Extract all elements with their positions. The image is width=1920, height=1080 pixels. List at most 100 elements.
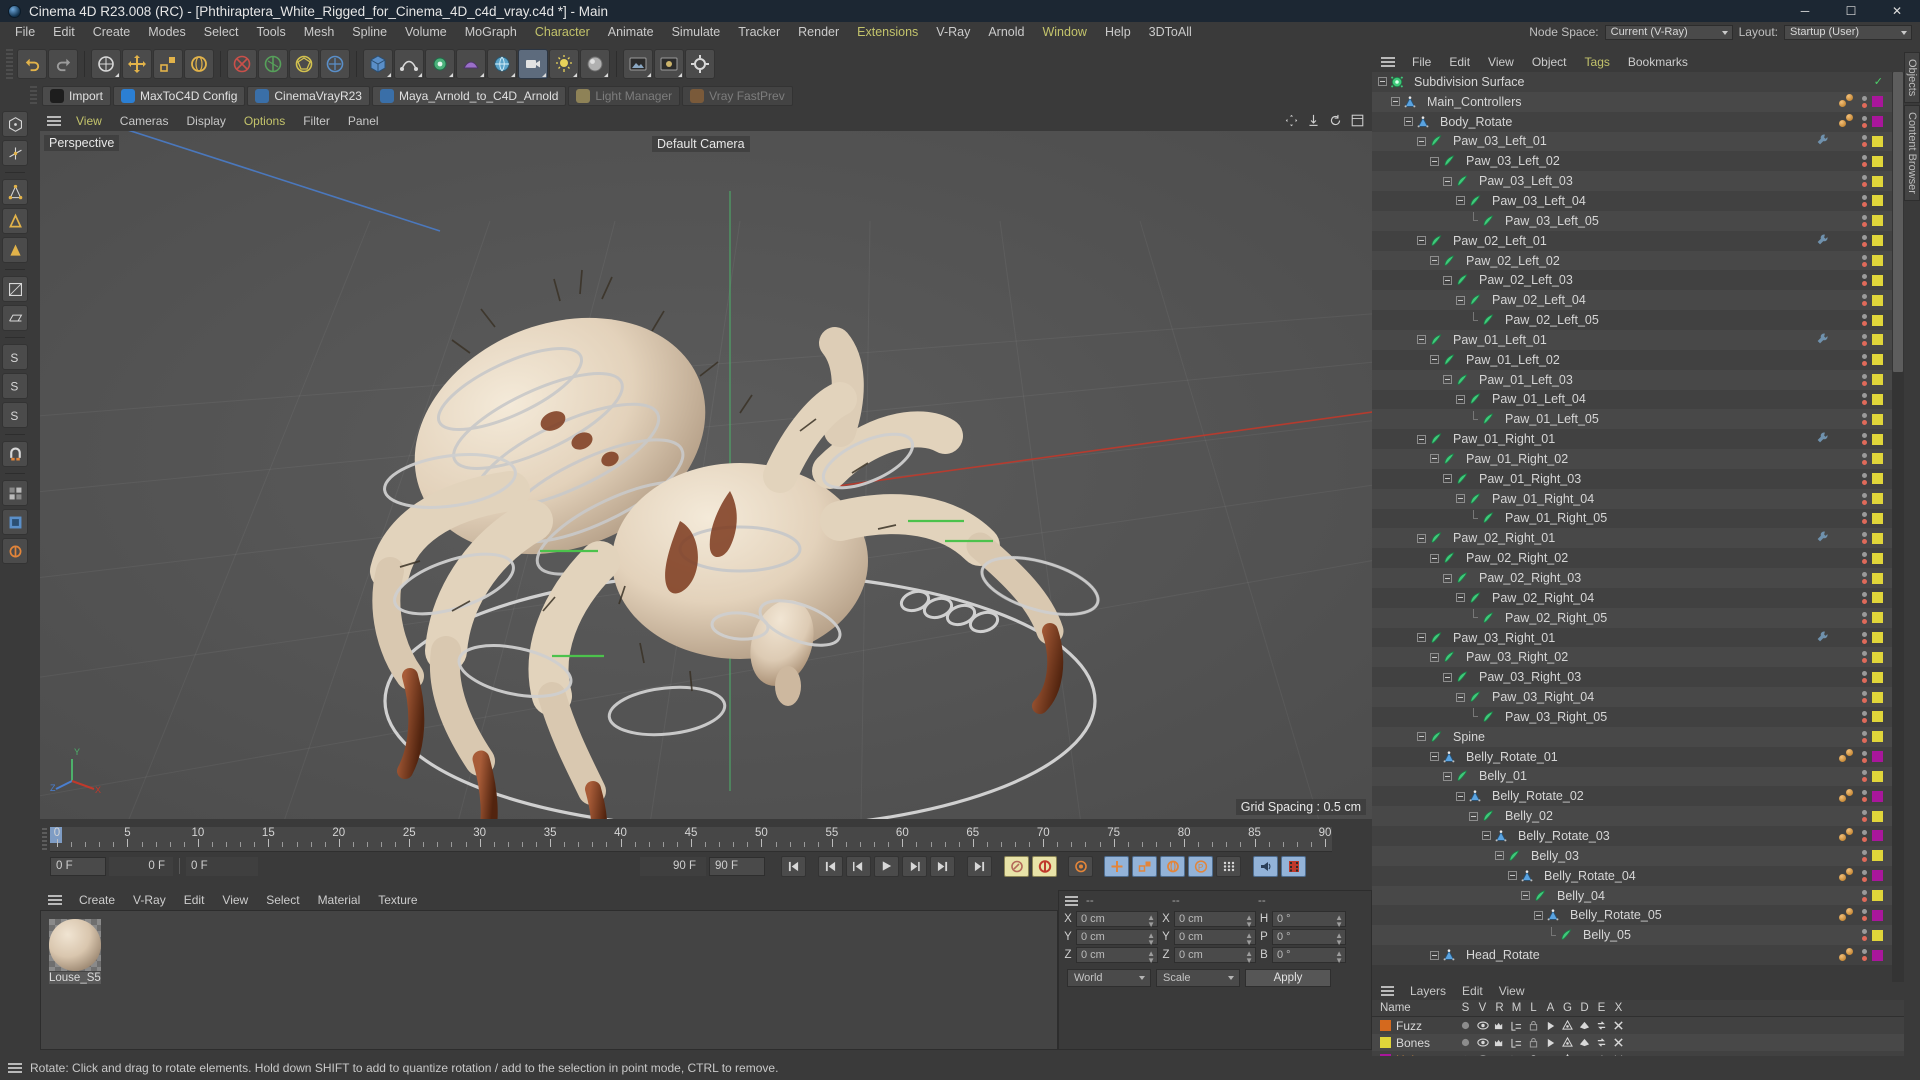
layer-generator-icon[interactable] bbox=[1559, 1020, 1576, 1031]
cube-primitive-button[interactable] bbox=[363, 48, 393, 79]
dock-tab-content-browser[interactable]: Content Browser bbox=[1904, 105, 1920, 202]
object-row[interactable]: Paw_01_Left_02 bbox=[1372, 349, 1892, 370]
tree-expand-icon[interactable] bbox=[1443, 474, 1452, 484]
layer-color-tag[interactable] bbox=[1872, 671, 1883, 683]
step-forward-button[interactable] bbox=[902, 855, 927, 877]
status-hamburger-icon[interactable] bbox=[8, 1062, 22, 1074]
object-row[interactable]: Spine bbox=[1372, 726, 1892, 747]
tree-expand-icon[interactable] bbox=[1391, 97, 1400, 107]
layer-deformer-icon[interactable] bbox=[1576, 1020, 1593, 1031]
viewport-hamburger-icon[interactable] bbox=[47, 116, 61, 127]
record-active-objects-button[interactable] bbox=[1004, 855, 1029, 877]
tree-leaf-connector-icon[interactable] bbox=[1469, 509, 1478, 523]
visibility-dots[interactable] bbox=[1860, 909, 1869, 922]
step-back-button[interactable] bbox=[846, 855, 871, 877]
null-tag-icons[interactable] bbox=[1837, 907, 1857, 923]
tree-expand-icon[interactable] bbox=[1443, 672, 1452, 682]
timeline-strip-button[interactable] bbox=[1281, 855, 1306, 877]
polygon-mode-side-button[interactable] bbox=[2, 237, 28, 263]
visibility-dots[interactable] bbox=[1860, 710, 1869, 723]
tree-expand-icon[interactable] bbox=[1430, 553, 1439, 563]
object-menu-file[interactable]: File bbox=[1403, 52, 1440, 72]
object-row[interactable]: Paw_03_Right_01 bbox=[1372, 627, 1892, 648]
object-row[interactable]: Paw_03_Left_03 bbox=[1372, 171, 1892, 192]
object-row[interactable]: Paw_02_Left_05 bbox=[1372, 310, 1892, 330]
toolbar-grip[interactable] bbox=[6, 48, 13, 79]
visibility-dots[interactable] bbox=[1860, 532, 1869, 545]
layer-lock-icon[interactable] bbox=[1525, 1037, 1542, 1048]
object-menu-view[interactable]: View bbox=[1479, 52, 1523, 72]
tree-expand-icon[interactable] bbox=[1456, 295, 1465, 305]
visibility-dots[interactable] bbox=[1860, 353, 1869, 366]
visibility-dots[interactable] bbox=[1860, 95, 1869, 108]
menu-select[interactable]: Select bbox=[195, 22, 248, 42]
layer-color-tag[interactable] bbox=[1872, 870, 1883, 882]
layer-color-tag[interactable] bbox=[1872, 929, 1883, 941]
tree-expand-icon[interactable] bbox=[1430, 950, 1439, 960]
layer-manager-icon[interactable] bbox=[1508, 1021, 1525, 1031]
tree-expand-icon[interactable] bbox=[1443, 176, 1452, 186]
end-frame-field[interactable]: 90 F bbox=[709, 856, 765, 876]
layer-color-tag[interactable] bbox=[1872, 532, 1883, 544]
object-row[interactable]: Paw_02_Left_04 bbox=[1372, 290, 1892, 311]
redo-button[interactable] bbox=[48, 48, 78, 79]
scale-key-button[interactable] bbox=[1132, 855, 1157, 877]
object-manager-hamburger-icon[interactable] bbox=[1381, 56, 1395, 68]
play-button[interactable] bbox=[874, 855, 899, 877]
viewport-menu-view[interactable]: View bbox=[67, 112, 111, 131]
visibility-dots[interactable] bbox=[1860, 135, 1869, 148]
null-tag-icons[interactable] bbox=[1837, 114, 1857, 129]
magnet-tool-button[interactable] bbox=[2, 441, 28, 467]
tree-expand-icon[interactable] bbox=[1534, 910, 1543, 920]
layer-color-tag[interactable] bbox=[1872, 413, 1883, 425]
material-button[interactable] bbox=[580, 48, 610, 79]
visibility-dots[interactable] bbox=[1860, 810, 1869, 823]
visibility-dots[interactable] bbox=[1860, 829, 1869, 842]
layer-manager-icon[interactable] bbox=[1508, 1038, 1525, 1048]
object-row[interactable]: Paw_01_Right_01 bbox=[1372, 429, 1892, 450]
coord-rotation-field[interactable]: 0 ° ▲ ▼ bbox=[1272, 911, 1346, 929]
tree-expand-icon[interactable] bbox=[1430, 752, 1439, 762]
visibility-dots[interactable] bbox=[1860, 433, 1869, 446]
null-tag-icons[interactable] bbox=[1837, 94, 1857, 109]
menu-character[interactable]: Character bbox=[526, 22, 599, 42]
workplane-button[interactable] bbox=[2, 305, 28, 331]
render-settings-button[interactable] bbox=[685, 48, 715, 79]
visible-check-icon[interactable]: ✓ bbox=[1874, 75, 1883, 88]
visibility-dots[interactable] bbox=[1860, 929, 1869, 942]
object-row[interactable]: Head_Rotate bbox=[1372, 945, 1892, 965]
tree-expand-icon[interactable] bbox=[1456, 494, 1465, 504]
tree-leaf-connector-icon[interactable] bbox=[1469, 609, 1478, 622]
layer-row[interactable]: Bones bbox=[1372, 1034, 1904, 1051]
point-mode-side-button[interactable] bbox=[2, 179, 28, 205]
layer-solo-dot-icon[interactable] bbox=[1457, 1038, 1474, 1047]
null-tag-icons[interactable] bbox=[1837, 788, 1857, 804]
tree-leaf-connector-icon[interactable] bbox=[1547, 926, 1556, 940]
object-row[interactable]: Paw_01_Left_03 bbox=[1372, 369, 1892, 390]
layer-color-tag[interactable] bbox=[1872, 691, 1883, 703]
coordinate-space-select[interactable]: World bbox=[1067, 969, 1151, 987]
visibility-dots[interactable] bbox=[1860, 651, 1869, 664]
layer-color-tag[interactable] bbox=[1872, 116, 1883, 128]
visibility-dots[interactable] bbox=[1860, 194, 1869, 207]
layer-color-tag[interactable] bbox=[1872, 552, 1883, 564]
layer-color-tag[interactable] bbox=[1872, 632, 1883, 644]
material-hamburger-icon[interactable] bbox=[48, 894, 62, 906]
tree-expand-icon[interactable] bbox=[1430, 156, 1439, 166]
material-menu-texture[interactable]: Texture bbox=[369, 890, 426, 910]
point-mode-button[interactable] bbox=[227, 48, 257, 79]
object-manager-scrollbar[interactable] bbox=[1892, 72, 1904, 982]
layer-color-tag[interactable] bbox=[1872, 433, 1883, 445]
object-row[interactable]: Main_Controllers bbox=[1372, 91, 1892, 112]
object-row[interactable]: Belly_Rotate_01 bbox=[1372, 746, 1892, 767]
layer-color-swatch[interactable] bbox=[1380, 1037, 1391, 1048]
layer-color-tag[interactable] bbox=[1872, 314, 1883, 326]
tree-expand-icon[interactable] bbox=[1456, 593, 1465, 603]
layer-generator-icon[interactable] bbox=[1559, 1037, 1576, 1048]
menu-spline[interactable]: Spline bbox=[343, 22, 396, 42]
object-row[interactable]: Paw_02_Right_05 bbox=[1372, 607, 1892, 628]
layer-expression-icon[interactable] bbox=[1593, 1037, 1610, 1048]
visibility-dots[interactable] bbox=[1860, 472, 1869, 485]
visibility-dots[interactable] bbox=[1860, 552, 1869, 565]
layer-hamburger-icon[interactable] bbox=[1381, 986, 1394, 996]
